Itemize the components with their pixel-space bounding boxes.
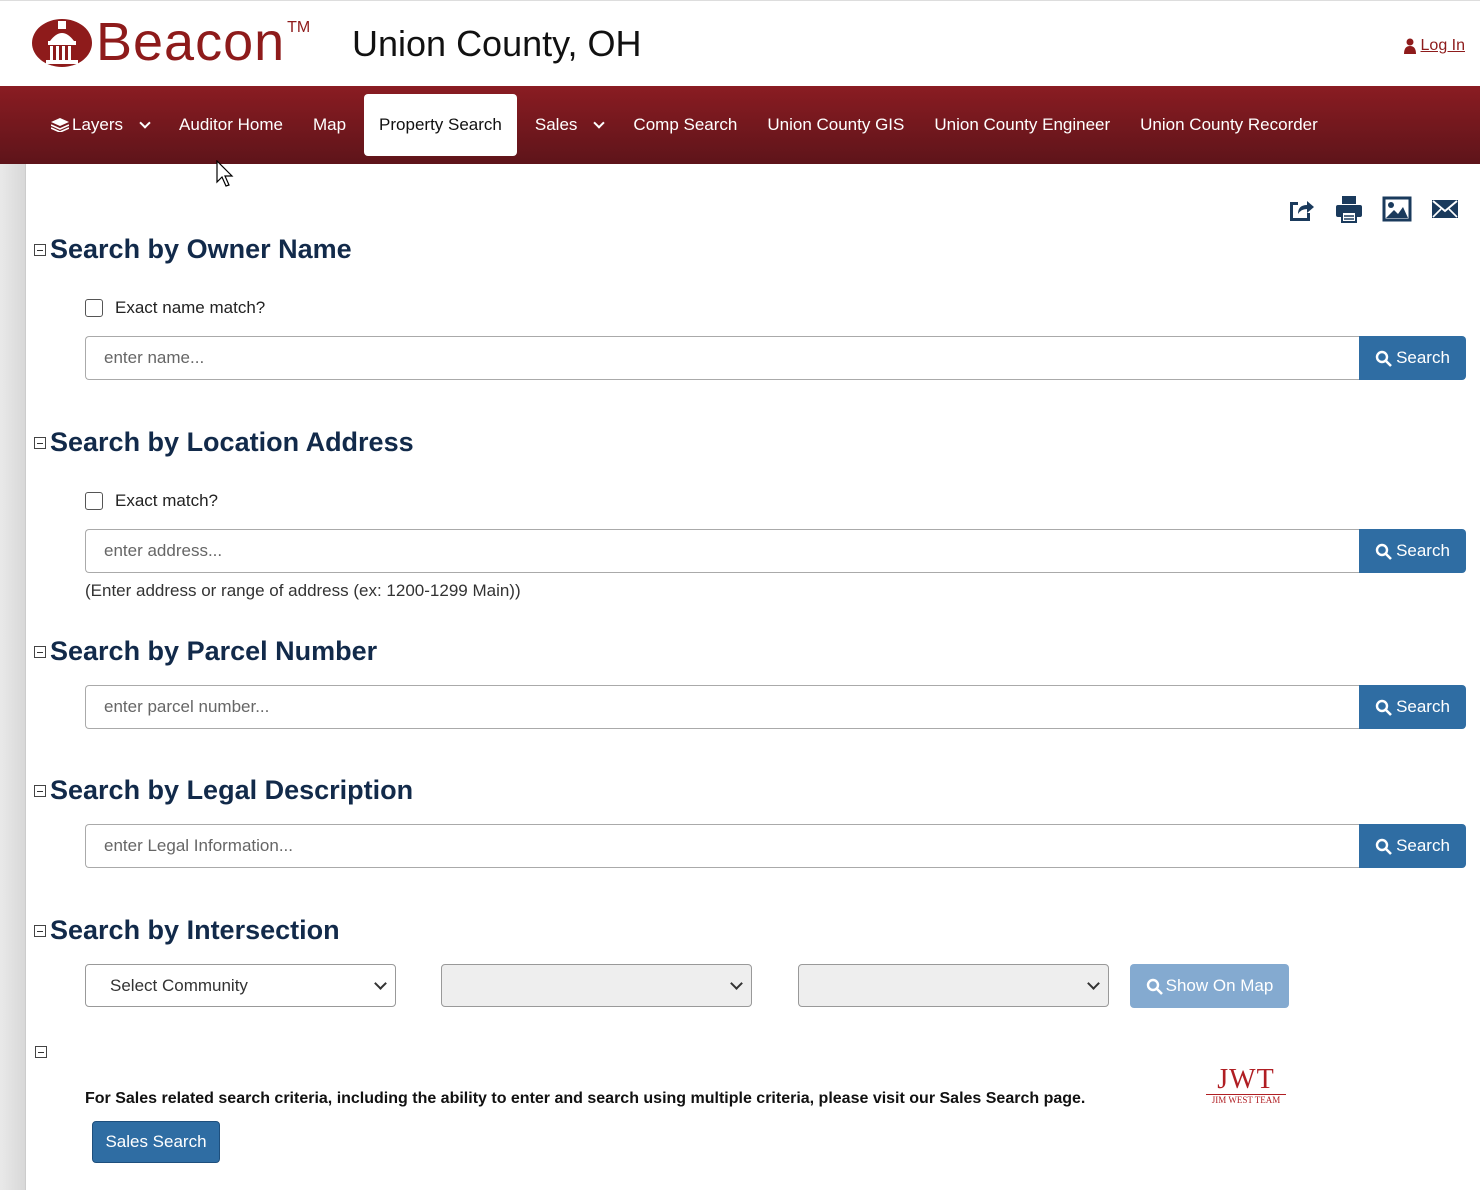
chevron-down-icon xyxy=(139,117,151,129)
parcel-search-button[interactable]: Search xyxy=(1359,685,1466,729)
chevron-down-icon xyxy=(730,977,743,990)
email-icon[interactable] xyxy=(1430,194,1460,224)
legal-description-input[interactable] xyxy=(85,824,1359,868)
address-title-text: Search by Location Address xyxy=(50,427,414,457)
nav-recorder-label: Union County Recorder xyxy=(1140,115,1318,134)
legal-title-text: Search by Legal Description xyxy=(50,775,414,805)
chevron-down-icon xyxy=(593,117,606,129)
nav-union-county-recorder[interactable]: Union County Recorder xyxy=(1125,94,1333,156)
parcel-number-input[interactable] xyxy=(85,685,1359,729)
search-icon xyxy=(1375,543,1392,560)
address-search-group: Search xyxy=(85,529,1466,573)
owner-name-input[interactable] xyxy=(85,336,1359,380)
legal-section-title[interactable]: Search by Legal Description xyxy=(34,775,413,806)
logo-word: Beacon xyxy=(96,12,286,72)
owner-exact-row: Exact name match? xyxy=(85,298,265,318)
user-icon xyxy=(1403,38,1416,54)
print-icon[interactable] xyxy=(1334,194,1364,224)
owner-search-group: Search xyxy=(85,336,1466,380)
nav-property-search[interactable]: Property Search xyxy=(364,94,517,156)
sales-search-button[interactable]: Sales Search xyxy=(92,1121,220,1163)
owner-search-button[interactable]: Search xyxy=(1359,336,1466,380)
nav-gis-label: Union County GIS xyxy=(767,115,905,134)
sales-search-label: Sales Search xyxy=(105,1132,207,1151)
nav-sales[interactable]: Sales xyxy=(520,94,619,156)
parcel-search-group: Search xyxy=(85,685,1466,729)
chevron-down-icon xyxy=(1087,977,1100,990)
share-icon[interactable] xyxy=(1286,194,1316,224)
community-select[interactable]: Select Community xyxy=(85,964,396,1007)
address-hint: (Enter address or range of address (ex: … xyxy=(85,581,521,600)
parcel-section-title[interactable]: Search by Parcel Number xyxy=(34,636,377,667)
nav-auditor-home[interactable]: Auditor Home xyxy=(164,94,298,156)
mouse-cursor-icon xyxy=(216,160,234,187)
sponsor-logo[interactable]: JWT JIM WEST TEAM xyxy=(1206,1066,1286,1108)
nav-layers[interactable]: Layers xyxy=(36,94,164,156)
nav-comp-search-label: Comp Search xyxy=(633,115,738,134)
main-nav: Layers Auditor Home Map Property Search … xyxy=(0,86,1480,164)
collapse-icon[interactable] xyxy=(34,436,46,449)
legal-search-group: Search xyxy=(85,824,1466,868)
left-side-panel xyxy=(0,164,26,1190)
owner-title-text: Search by Owner Name xyxy=(50,234,352,264)
legal-search-button[interactable]: Search xyxy=(1359,824,1466,868)
nav-engineer-label: Union County Engineer xyxy=(934,115,1111,134)
intersection-title-text: Search by Intersection xyxy=(50,915,340,945)
street1-select[interactable] xyxy=(441,964,752,1007)
nav-union-county-gis[interactable]: Union County GIS xyxy=(752,94,919,156)
county-title: Union County, OH xyxy=(352,23,642,64)
parcel-search-label: Search xyxy=(1396,697,1450,716)
intersection-section-title[interactable]: Search by Intersection xyxy=(34,915,340,946)
collapse-icon[interactable] xyxy=(34,243,46,256)
address-exact-row: Exact match? xyxy=(85,491,218,511)
nav-layers-label: Layers xyxy=(72,115,124,134)
chevron-down-icon xyxy=(374,977,387,990)
owner-exact-label: Exact name match? xyxy=(115,298,266,317)
layers-icon xyxy=(51,118,69,132)
owner-exact-checkbox[interactable] xyxy=(85,299,103,317)
collapse-icon[interactable] xyxy=(34,645,46,658)
collapse-icon[interactable] xyxy=(34,784,46,797)
logo-trademark: TM xyxy=(287,19,311,36)
nav-sales-label: Sales xyxy=(534,115,578,134)
nav-comp-search[interactable]: Comp Search xyxy=(618,94,752,156)
search-icon xyxy=(1375,838,1392,855)
search-icon xyxy=(1146,978,1163,995)
collapse-icon[interactable] xyxy=(34,924,46,937)
image-icon[interactable] xyxy=(1382,194,1412,224)
parcel-title-text: Search by Parcel Number xyxy=(50,636,378,666)
beacon-logo[interactable]: Beacon TM xyxy=(30,15,310,69)
address-exact-label: Exact match? xyxy=(115,491,218,510)
legal-search-label: Search xyxy=(1396,836,1450,855)
login-link[interactable]: Log In xyxy=(1403,37,1465,55)
show-on-map-button[interactable]: Show On Map xyxy=(1130,964,1289,1008)
collapse-icon[interactable] xyxy=(35,1046,47,1058)
address-search-button[interactable]: Search xyxy=(1359,529,1466,573)
address-exact-checkbox[interactable] xyxy=(85,492,103,510)
sponsor-logo-name: JIM WEST TEAM xyxy=(1206,1094,1286,1105)
address-search-label: Search xyxy=(1396,541,1450,560)
address-section-title[interactable]: Search by Location Address xyxy=(34,427,414,458)
community-selected: Select Community xyxy=(110,975,248,995)
nav-property-search-label: Property Search xyxy=(379,115,502,134)
nav-auditor-home-label: Auditor Home xyxy=(179,115,283,134)
capitol-dome-icon xyxy=(32,19,92,67)
nav-map[interactable]: Map xyxy=(298,94,361,156)
search-icon xyxy=(1375,699,1392,716)
address-input[interactable] xyxy=(85,529,1359,573)
sponsor-logo-initials: JWT xyxy=(1217,1064,1275,1095)
owner-search-label: Search xyxy=(1396,348,1450,367)
sales-info-text: For Sales related search criteria, inclu… xyxy=(85,1090,1086,1107)
show-on-map-label: Show On Map xyxy=(1165,976,1274,995)
search-icon xyxy=(1375,350,1392,367)
street2-select[interactable] xyxy=(798,964,1109,1007)
owner-section-title[interactable]: Search by Owner Name xyxy=(34,234,352,265)
page-toolbar xyxy=(1286,194,1460,224)
login-label: Log In xyxy=(1420,37,1465,54)
nav-union-county-engineer[interactable]: Union County Engineer xyxy=(919,94,1125,156)
nav-map-label: Map xyxy=(312,115,347,134)
header: Beacon TM Union County, OH Log In xyxy=(0,0,1480,86)
